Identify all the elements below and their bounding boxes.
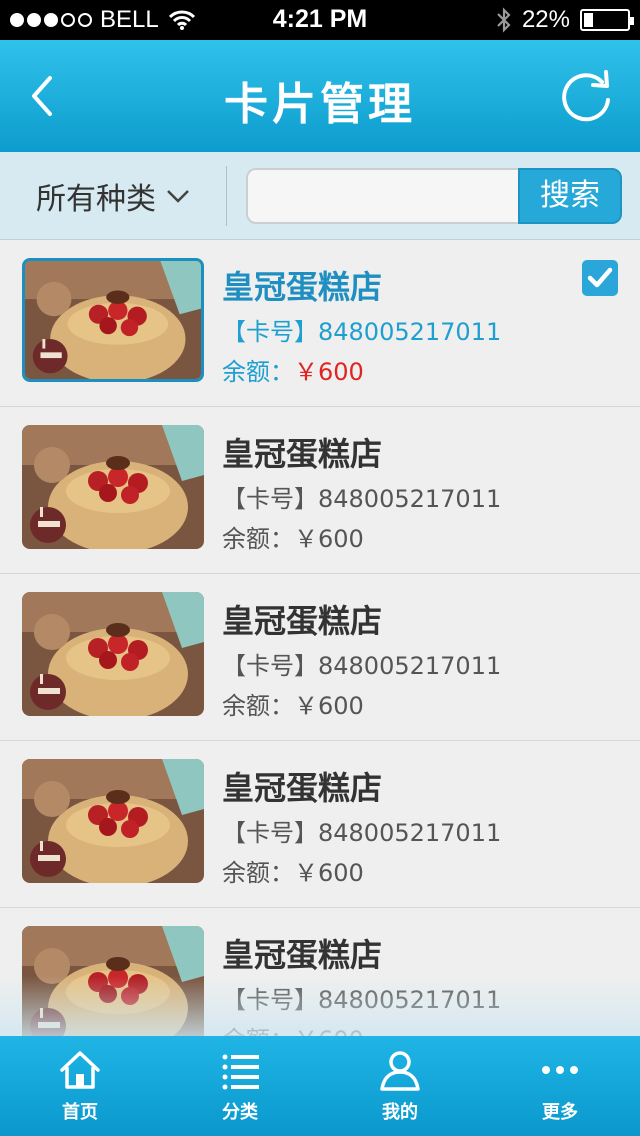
store-name: 皇冠蛋糕店 [222,602,383,640]
tab-label: 首页 [62,1102,98,1123]
category-dropdown[interactable]: 所有种类 [36,174,190,218]
filter-bar: 所有种类 搜索 [0,152,640,240]
card-list[interactable]: 皇冠蛋糕店 【卡号】848005217011 余额：￥600 皇冠蛋糕店 【卡号… [0,240,640,1036]
balance-label: 余额： [222,1026,294,1036]
battery-icon [580,9,634,31]
home-icon [60,1051,100,1089]
tab-home[interactable]: 首页 [0,1036,160,1136]
card-row[interactable]: 皇冠蛋糕店 【卡号】848005217011 余额：￥600 [0,407,640,574]
more-icon [542,1066,578,1074]
search-input[interactable] [246,168,522,224]
cake-illustration [22,759,204,883]
battery-percent: 22% [521,6,570,33]
card-number: 【卡号】848005217011 [222,980,501,1015]
balance-label: 余额： [222,525,294,553]
balance-value: ￥600 [294,692,364,720]
tab-bar: 首页 分类 我的 更多 [0,1036,640,1136]
card-row[interactable]: 皇冠蛋糕店 【卡号】848005217011 余额：￥600 [0,741,640,908]
cake-illustration [25,261,201,379]
cake-illustration [22,926,204,1036]
balance-value: ￥600 [294,859,364,887]
card-number: 【卡号】848005217011 [222,646,501,681]
status-right: 22% [496,6,634,34]
balance-label: 余额： [222,692,294,720]
tab-more[interactable]: 更多 [480,1036,640,1136]
store-name: 皇冠蛋糕店 [222,936,383,974]
balance-value: ￥600 [294,1026,364,1036]
store-name: 皇冠蛋糕店 [222,769,383,807]
card-number: 【卡号】848005217011 [222,813,501,848]
battery-fill [584,13,594,27]
tab-label: 分类 [222,1102,258,1123]
card-number-label: 【卡号】 [222,485,318,513]
card-balance: 余额：￥600 [222,686,364,721]
card-number: 【卡号】848005217011 [222,479,501,514]
category-label: 所有种类 [36,182,156,217]
card-number-label: 【卡号】 [222,318,318,346]
cake-card-image [22,759,204,883]
cake-card-image [22,926,204,1036]
balance-value: ￥600 [294,358,364,386]
cake-card-image [22,258,204,382]
card-number-value: 848005217011 [318,485,502,513]
card-balance: 余额：￥600 [222,352,364,387]
card-number-label: 【卡号】 [222,986,318,1014]
card-row[interactable]: 皇冠蛋糕店 【卡号】848005217011 余额：￥600 [0,240,640,407]
balance-label: 余额： [222,358,294,386]
search-button[interactable]: 搜索 [518,168,622,224]
bluetooth-icon [497,7,511,33]
checkmark-icon [587,267,613,288]
card-row[interactable]: 皇冠蛋糕店 【卡号】848005217011 余额：￥600 [0,574,640,741]
cake-card-image [22,592,204,716]
card-number-value: 848005217011 [318,986,502,1014]
store-name: 皇冠蛋糕店 [222,435,383,473]
nav-bar: 卡片管理 [0,40,640,152]
status-bar: BELL 4:21 PM 22% [0,0,640,40]
balance-value: ￥600 [294,525,364,553]
balance-label: 余额： [222,859,294,887]
card-row[interactable]: 皇冠蛋糕店 【卡号】848005217011 余额：￥600 [0,908,640,1036]
store-name: 皇冠蛋糕店 [222,268,383,306]
card-balance: 余额：￥600 [222,853,364,888]
card-number-value: 848005217011 [318,318,502,346]
selected-checkbox[interactable] [582,260,618,296]
tab-category[interactable]: 分类 [160,1036,320,1136]
card-number-label: 【卡号】 [222,819,318,847]
refresh-icon[interactable] [558,70,614,126]
tab-label: 我的 [382,1102,418,1123]
page-title: 卡片管理 [224,79,416,130]
card-number-label: 【卡号】 [222,652,318,680]
list-icon [222,1054,259,1090]
card-management-screen: BELL 4:21 PM 22% 卡片管理 所有种类 搜索 皇冠蛋糕店 【卡号】… [0,0,640,1136]
cake-illustration [22,592,204,716]
card-balance: 余额：￥600 [222,519,364,554]
card-number: 【卡号】848005217011 [222,312,501,347]
cake-illustration [22,425,204,549]
filter-divider [226,166,227,226]
user-icon [380,1051,420,1091]
tab-mine[interactable]: 我的 [320,1036,480,1136]
card-balance: 余额：￥600 [222,1020,364,1036]
tab-label: 更多 [542,1102,578,1123]
card-number-value: 848005217011 [318,819,502,847]
card-number-value: 848005217011 [318,652,502,680]
cake-card-image [22,425,204,549]
chevron-down-icon [167,190,189,203]
